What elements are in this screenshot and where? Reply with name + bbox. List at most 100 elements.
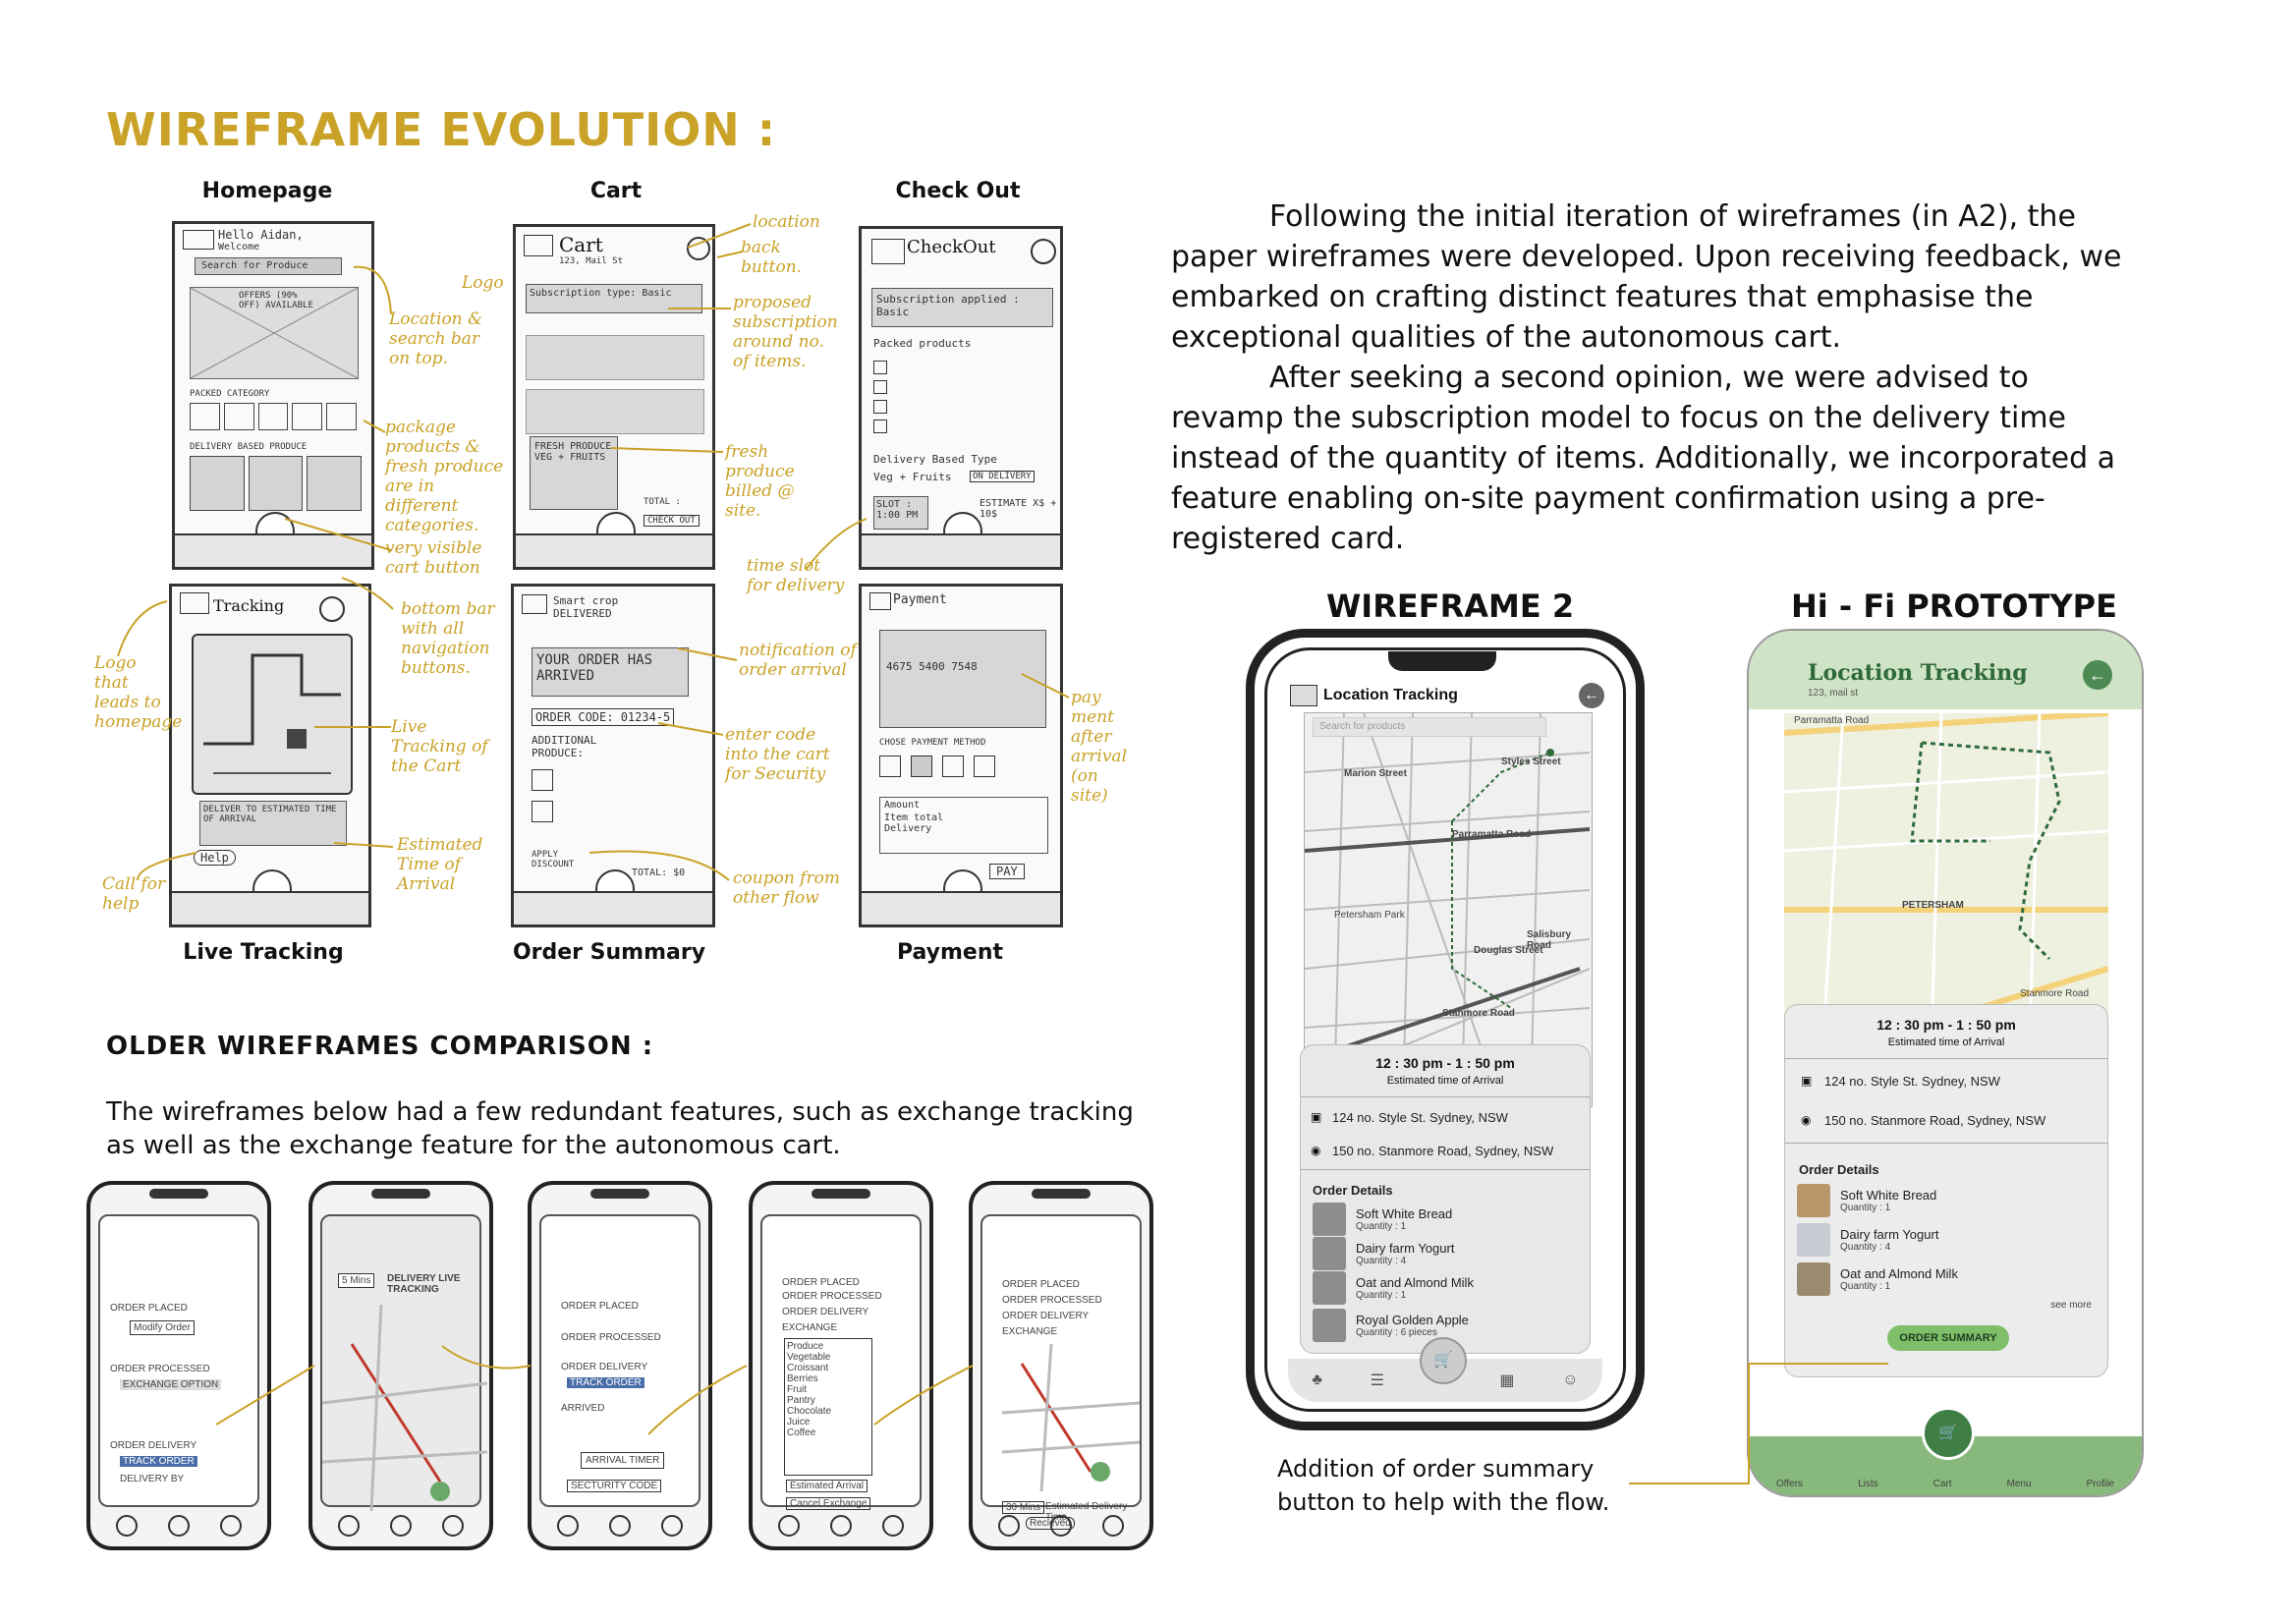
cancel-exchange-button[interactable]: Cancel Exchange (786, 1497, 871, 1510)
order-item: Soft White Bread Quantity : 1 (1797, 1184, 1936, 1217)
item-qty: Quantity : 1 (1356, 1221, 1407, 1232)
modify-order-button[interactable]: Modify Order (130, 1320, 195, 1335)
divider (1301, 1096, 1590, 1097)
item-name: Oat and Almond Milk (1840, 1266, 1958, 1281)
tab-icon[interactable] (115, 1515, 138, 1537)
step: ORDER PROCESSED (110, 1364, 210, 1374)
older-wireframes-desc: The wireframes below had a few redundant… (106, 1097, 1134, 1160)
home-icon[interactable] (167, 1515, 190, 1537)
store-icon: ▣ (1311, 1110, 1322, 1124)
tab-icon[interactable] (777, 1515, 800, 1537)
eta-label: Estimated time of Arrival (1887, 1036, 2005, 1048)
step: ORDER PLACED (1002, 1279, 1080, 1290)
home-icon[interactable] (829, 1515, 852, 1537)
phone-notch (1388, 651, 1496, 671)
hifi-title: Location Tracking (1808, 660, 2028, 686)
divider (1785, 1143, 2107, 1144)
street-label: Marion Street (1344, 768, 1407, 779)
back-arrow-icon[interactable]: ← (2083, 660, 2112, 690)
cart-icon[interactable]: 🛒 (1922, 1407, 1975, 1460)
paragraph-2: After seeking a second opinion, we were … (1171, 361, 2116, 556)
order-summary-button[interactable]: ORDER SUMMARY (1887, 1325, 2009, 1351)
step: ORDER DELIVERY (110, 1440, 197, 1451)
nav-menu[interactable]: Menu (2007, 1479, 2032, 1489)
item-thumbnail (1313, 1271, 1346, 1305)
order-item: Soft White Bread Quantity : 1 (1313, 1203, 1452, 1236)
eta-card: 12 : 30 pm - 1 : 50 pm Estimated time of… (1300, 1044, 1591, 1354)
wireframe2-heading: WIREFRAME 2 (1326, 588, 1575, 625)
item-name: Soft White Bread (1356, 1206, 1453, 1221)
phone-notch (590, 1189, 649, 1199)
paragraph-1: Following the initial iteration of wiref… (1171, 199, 2122, 355)
divider (1301, 1169, 1590, 1170)
phone-notch (149, 1189, 208, 1199)
info-icon[interactable] (661, 1515, 684, 1537)
step: ORDER PROCESSED (782, 1291, 882, 1302)
order-item: Dairy farm Yogurt Quantity : 4 (1797, 1223, 1938, 1257)
street-label: Parramatta Road (1452, 829, 1532, 840)
logo-placeholder[interactable] (1290, 685, 1317, 706)
eta-label: Estimated time of Arrival (1386, 1075, 1504, 1087)
time-range: 12 : 30 pm - 1 : 50 pm (1375, 1055, 1515, 1071)
arrival-timer: ARRIVAL TIMER (581, 1452, 665, 1469)
menu-icon[interactable]: ▦ (1499, 1371, 1514, 1390)
list-icon[interactable]: ☰ (1371, 1371, 1384, 1390)
hifi-address: 123, mail st (1808, 688, 1859, 699)
tab-icon[interactable] (556, 1515, 579, 1537)
street-label: Salisbury Road (1527, 929, 1572, 951)
profile-icon[interactable]: ☺ (1562, 1372, 1578, 1389)
info-icon[interactable] (1102, 1515, 1125, 1537)
step: ORDER PLACED (110, 1303, 188, 1314)
phone-notch (812, 1189, 870, 1199)
cart-location-marker (1546, 749, 1554, 756)
order-item: Dairy farm Yogurt Quantity : 4 (1313, 1237, 1454, 1270)
milk-thumbnail (1797, 1262, 1830, 1296)
security-code-field[interactable]: SECTURITY CODE (567, 1480, 662, 1492)
hifi-map[interactable]: Parramatta Road PETERSHAM Stanmore Road (1783, 710, 2109, 1040)
estimated-arrival: Estimated Arrival (786, 1480, 868, 1492)
store-icon: ▣ (1801, 1074, 1813, 1088)
live-tracking-title: DELIVERY LIVE TRACKING (387, 1273, 461, 1295)
older-tabs (762, 1513, 920, 1539)
nav-profile[interactable]: Profile (2087, 1479, 2114, 1489)
offers-icon[interactable]: ♣ (1312, 1372, 1322, 1389)
item-qty: Quantity : 4 (1356, 1256, 1407, 1266)
back-arrow-icon[interactable]: ← (1579, 683, 1604, 708)
tab-icon[interactable] (997, 1515, 1020, 1537)
step: ORDER PLACED (561, 1301, 639, 1312)
step: ORDER PROCESSED (1002, 1295, 1102, 1306)
search-input[interactable]: Search for products (1313, 717, 1546, 737)
addition-note: Addition of order summary button to help… (1277, 1455, 1610, 1516)
home-icon[interactable] (1049, 1515, 1072, 1537)
nav-cart[interactable]: Cart (1933, 1479, 1952, 1489)
home-icon[interactable] (608, 1515, 631, 1537)
info-icon[interactable] (882, 1515, 905, 1537)
from-address: 124 no. Style St. Sydney, NSW (1824, 1074, 2000, 1089)
older-tabs (100, 1513, 257, 1539)
cart-icon[interactable]: 🛒 (1420, 1337, 1467, 1384)
info-icon[interactable] (442, 1515, 465, 1537)
older-tabs (541, 1513, 699, 1539)
intro-paragraph: Following the initial iteration of wiref… (1171, 196, 2124, 559)
annotation-arrows (117, 223, 1070, 881)
delivery-by: DELIVERY BY (120, 1474, 185, 1484)
street-label: Stanmore Road (1442, 1008, 1515, 1019)
to-address: 150 no. Stanmore Road, Sydney, NSW (1332, 1144, 1554, 1158)
location-pin-icon: ◉ (1311, 1144, 1321, 1157)
see-more-link[interactable]: see more (2050, 1300, 2092, 1311)
home-icon[interactable] (389, 1515, 412, 1537)
location-pin-icon: ◉ (1801, 1113, 1812, 1127)
track-order-button[interactable]: TRACK ORDER (120, 1456, 197, 1467)
phone-notch (1032, 1189, 1091, 1199)
to-address: 150 no. Stanmore Road, Sydney, NSW (1824, 1113, 2046, 1128)
item-name: Soft White Bread (1840, 1188, 1937, 1203)
order-details-heading: Order Details (1313, 1183, 1393, 1198)
info-icon[interactable] (220, 1515, 243, 1537)
park-label: Petersham Park (1334, 910, 1405, 921)
tab-icon[interactable] (337, 1515, 360, 1537)
item-qty: Quantity : 1 (1356, 1290, 1407, 1301)
eta-badge: 5 Mins (338, 1273, 375, 1288)
item-name: Oat and Almond Milk (1356, 1275, 1474, 1290)
item-thumbnail (1313, 1237, 1346, 1270)
older-tabs (322, 1513, 479, 1539)
